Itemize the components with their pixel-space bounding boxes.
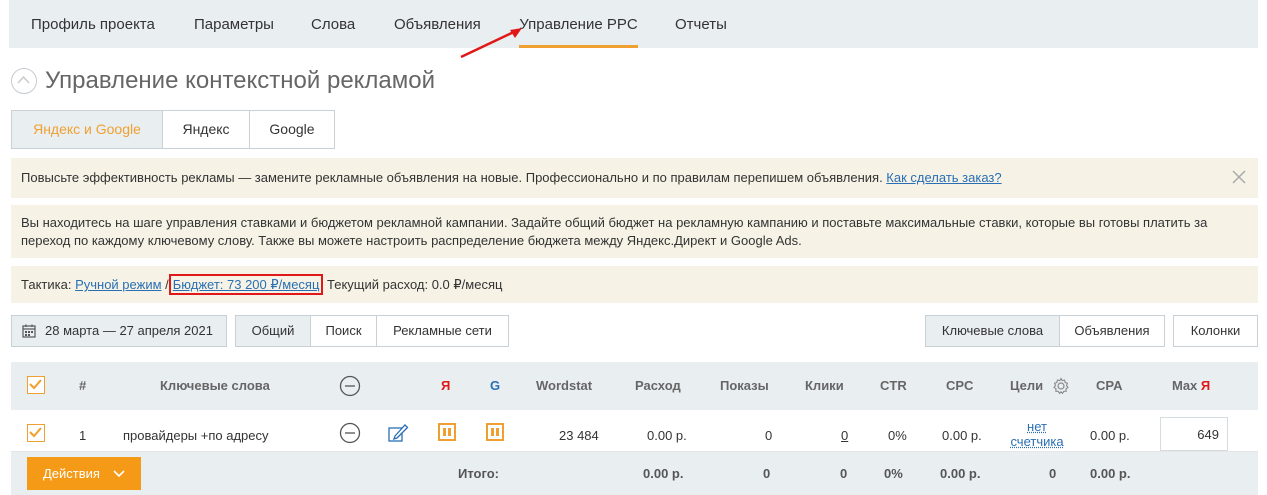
tab-project-profile[interactable]: Профиль проекта <box>31 0 155 48</box>
tactic-bar: Тактика: Ручной режим / Бюджет: 73 200 ₽/… <box>11 266 1258 303</box>
col-spend[interactable]: Расход <box>635 362 681 410</box>
row-cpc: 0.00 р. <box>942 428 982 443</box>
row-goals-link[interactable]: нет счетчика <box>1007 419 1067 449</box>
columns-button[interactable]: Колонки <box>1173 315 1258 347</box>
total-clicks: 0 <box>840 466 848 481</box>
close-icon[interactable] <box>1232 170 1246 184</box>
col-clicks[interactable]: Клики <box>805 362 844 410</box>
total-ctr: 0% <box>884 466 903 481</box>
row-checkbox[interactable] <box>27 424 45 442</box>
tactic-mode-link[interactable]: Ручной режим <box>75 277 161 292</box>
exclude-all-icon[interactable] <box>339 375 361 397</box>
row-ctr: 0% <box>888 428 907 443</box>
gear-icon[interactable] <box>1052 377 1070 395</box>
max-bid-input[interactable]: 649 <box>1160 417 1228 451</box>
platform-yandex-google[interactable]: Яндекс и Google <box>12 111 163 148</box>
row-cpa: 0.00 р. <box>1090 428 1130 443</box>
view-keywords[interactable]: Ключевые слова <box>926 316 1060 346</box>
current-spend: Текущий расход: 0.0 ₽/месяц <box>323 277 503 292</box>
budget-link[interactable]: Бюджет: 73 200 ₽/месяц <box>173 277 320 292</box>
chevron-down-icon <box>113 470 125 478</box>
col-num: # <box>79 378 87 393</box>
promo-notice-text: Повысьте эффективность рекламы — заменит… <box>21 170 887 185</box>
col-google: G <box>490 378 501 393</box>
tab-ppc-management[interactable]: Управление PPC <box>519 0 638 48</box>
exclude-icon[interactable] <box>339 422 361 444</box>
table-header: # Ключевые слова Я G Wordstat Расход Пок… <box>11 362 1258 410</box>
tab-reports[interactable]: Отчеты <box>675 0 727 48</box>
view-ads[interactable]: Объявления <box>1060 316 1164 346</box>
date-range-button[interactable]: 28 марта — 27 апреля 2021 <box>11 315 227 347</box>
platform-switch: Яндекс и Google Яндекс Google <box>11 110 335 149</box>
actions-label: Действия <box>43 466 100 481</box>
google-pause-icon[interactable] <box>486 423 504 441</box>
date-range-label: 28 марта — 27 апреля 2021 <box>45 323 213 338</box>
total-cpc: 0.00 р. <box>940 466 981 481</box>
info-box: Вы находитесь на шаге управления ставкам… <box>11 205 1258 258</box>
view-switch: Ключевые слова Объявления <box>925 315 1165 347</box>
totals-row: Действия Итого: 0.00 р. 0 0 0% 0.00 р. 0… <box>11 452 1258 495</box>
row-keyword: провайдеры +по адресу <box>123 428 269 443</box>
platform-google[interactable]: Google <box>250 111 334 148</box>
total-cpa: 0.00 р. <box>1090 466 1131 481</box>
col-cpa[interactable]: CPA <box>1096 362 1122 410</box>
col-cpc[interactable]: CPC <box>946 362 973 410</box>
order-link[interactable]: Как сделать заказ? <box>886 170 1001 185</box>
row-num: 1 <box>79 428 87 443</box>
tab-parameters[interactable]: Параметры <box>194 0 274 48</box>
edit-icon[interactable] <box>387 422 409 444</box>
total-goals: 0 <box>1049 466 1057 481</box>
row-spend: 0.00 р. <box>647 428 687 443</box>
col-max[interactable]: Max Я <box>1172 362 1210 410</box>
table-row: 1 провайдеры +по адресу 23 484 0.00 р. 0… <box>11 410 1258 452</box>
platform-yandex[interactable]: Яндекс <box>163 111 250 148</box>
col-impressions[interactable]: Показы <box>720 362 769 410</box>
actions-button[interactable]: Действия <box>27 457 141 490</box>
row-impressions: 0 <box>765 428 773 443</box>
col-max-yandex: Я <box>1200 378 1211 393</box>
tactic-separator: / <box>161 277 169 292</box>
top-nav: Профиль проекта Параметры Слова Объявлен… <box>9 0 1258 48</box>
total-impressions: 0 <box>763 466 771 481</box>
select-all-checkbox[interactable] <box>27 376 45 394</box>
col-keywords[interactable]: Ключевые слова <box>160 362 270 410</box>
col-wordstat[interactable]: Wordstat <box>536 362 592 410</box>
network-filter: Общий Поиск Рекламные сети <box>235 315 509 347</box>
budget-highlight: Бюджет: 73 200 ₽/месяц <box>168 274 324 295</box>
filter-general[interactable]: Общий <box>236 316 311 346</box>
col-ctr[interactable]: CTR <box>880 362 907 410</box>
info-text: Вы находитесь на шаге управления ставкам… <box>21 215 1208 248</box>
tab-words[interactable]: Слова <box>311 0 355 48</box>
col-max-label: Max <box>1172 378 1198 393</box>
total-spend: 0.00 р. <box>643 466 684 481</box>
tactic-label: Тактика: <box>21 277 76 292</box>
totals-label: Итого: <box>458 466 499 481</box>
yandex-pause-icon[interactable] <box>438 423 456 441</box>
row-clicks-link[interactable]: 0 <box>841 428 848 443</box>
filter-search[interactable]: Поиск <box>311 316 377 346</box>
row-wordstat: 23 484 <box>559 428 599 443</box>
page-title: Управление контекстной рекламой <box>45 67 436 94</box>
col-goals[interactable]: Цели <box>1010 362 1043 410</box>
promo-notice: Повысьте эффективность рекламы — заменит… <box>11 158 1258 198</box>
filter-ad-networks[interactable]: Рекламные сети <box>377 316 508 346</box>
annotation-arrow <box>460 28 522 59</box>
col-yandex: Я <box>441 378 451 393</box>
collapse-icon[interactable] <box>11 68 37 94</box>
calendar-icon <box>22 324 36 338</box>
